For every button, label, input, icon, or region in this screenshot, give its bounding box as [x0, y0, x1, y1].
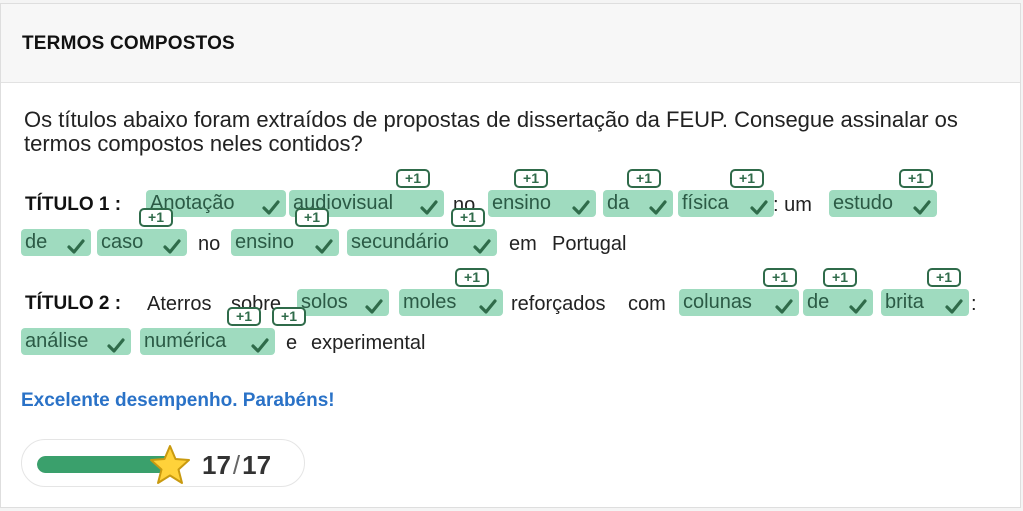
- check-icon: [420, 196, 438, 215]
- score-text: 17/17: [202, 450, 271, 481]
- term-token-label: moles: [403, 291, 457, 313]
- term-token-label: caso: [101, 231, 144, 253]
- term-token[interactable]: física +1: [678, 169, 774, 217]
- title-2-line-2: análise numérica +1 e +1 experimental: [21, 307, 1001, 356]
- check-icon: [775, 295, 793, 314]
- check-icon: [750, 196, 768, 215]
- check-icon: [649, 196, 667, 215]
- term-token[interactable]: de: [21, 229, 91, 256]
- check-icon: [262, 196, 280, 215]
- term-token[interactable]: análise: [21, 328, 131, 355]
- check-icon: [913, 196, 931, 215]
- title-word: : um: [773, 194, 812, 216]
- title-label: TÍTULO 1 :: [25, 194, 122, 215]
- term-token-label: de: [25, 231, 48, 253]
- term-token-label: análise: [25, 330, 89, 352]
- points-badge: +1: [823, 268, 857, 287]
- title-word: e +1: [272, 307, 306, 355]
- points-badge: +1: [763, 268, 797, 287]
- check-icon: [572, 196, 590, 215]
- title-word: experimental: [311, 332, 426, 354]
- term-token-label: brita: [885, 291, 924, 313]
- term-token-label: estudo: [833, 192, 894, 214]
- check-icon: [67, 235, 85, 254]
- points-badge: +1: [899, 169, 933, 188]
- term-token-label: solos: [301, 291, 348, 313]
- term-token[interactable]: moles +1: [399, 268, 503, 316]
- star-icon: [150, 445, 190, 484]
- score-total: 17: [242, 450, 272, 480]
- points-badge: +1: [295, 208, 329, 227]
- title-word: reforçados: [511, 293, 606, 315]
- points-badge: +1: [455, 268, 489, 287]
- points-badge: +1: [396, 169, 430, 188]
- exercise-panel: TERMOS COMPOSTOS Os títulos abaixo foram…: [0, 3, 1021, 508]
- term-token[interactable]: colunas +1: [679, 268, 799, 316]
- check-icon: [479, 295, 497, 314]
- title-label: TÍTULO 2 :: [25, 293, 122, 314]
- score-value: 17: [202, 450, 231, 480]
- term-token[interactable]: secundário +1: [347, 208, 497, 256]
- term-token-label: da: [607, 192, 630, 214]
- header: TERMOS COMPOSTOS: [1, 4, 1020, 83]
- term-token-label: ensino: [235, 231, 294, 253]
- points-badge: +1: [451, 208, 485, 227]
- title-2-line-1: TÍTULO 2 : Aterros sobre solos moles +1 reforç…: [21, 268, 1001, 317]
- check-icon: [163, 235, 181, 254]
- title-word: Portugal: [552, 233, 627, 255]
- check-icon: [107, 334, 125, 353]
- term-token-label: numérica: [144, 330, 227, 352]
- term-token[interactable]: solos: [297, 289, 389, 316]
- points-badge: +1: [514, 169, 548, 188]
- title-word: no: [198, 233, 221, 255]
- points-badge: +1: [227, 307, 261, 326]
- check-icon: [365, 295, 383, 314]
- points-badge: +1: [927, 268, 961, 287]
- term-token-label: secundário: [351, 231, 449, 253]
- points-badge: +1: [627, 169, 661, 188]
- check-icon: [849, 295, 867, 314]
- points-badge: +1: [730, 169, 764, 188]
- term-token[interactable]: caso +1: [97, 208, 187, 256]
- term-token[interactable]: ensino +1: [231, 208, 339, 256]
- check-icon: [473, 235, 491, 254]
- page-title: TERMOS COMPOSTOS: [22, 33, 235, 54]
- title-word: Aterros: [147, 293, 212, 315]
- score-separator: /: [232, 450, 241, 480]
- term-token[interactable]: brita +1: [881, 268, 969, 316]
- title-word: com: [628, 293, 666, 315]
- points-badge: +1: [139, 208, 173, 227]
- score-display: 17/17: [21, 439, 305, 487]
- term-token[interactable]: numérica +1: [140, 307, 275, 355]
- check-icon: [251, 334, 269, 353]
- term-token-label: ensino: [492, 192, 551, 214]
- title-word: :: [971, 293, 977, 315]
- instructions-text: Os títulos abaixo foram extraídos de pro…: [24, 107, 958, 156]
- feedback-message: Excelente desempenho. Parabéns!: [21, 390, 335, 411]
- term-token[interactable]: ensino +1: [488, 169, 596, 217]
- term-token-label: de: [807, 291, 830, 313]
- term-token-label: física: [682, 192, 729, 214]
- points-badge: +1: [272, 307, 306, 326]
- term-token[interactable]: estudo +1: [829, 169, 937, 217]
- check-icon: [945, 295, 963, 314]
- title-1-line-2: de caso +1 no ensino +1 secundário +1 em Portugal: [21, 208, 1001, 257]
- title-word: em: [509, 233, 537, 255]
- term-token[interactable]: de +1: [803, 268, 873, 316]
- term-token[interactable]: da +1: [603, 169, 673, 217]
- check-icon: [315, 235, 333, 254]
- term-token-label: colunas: [683, 291, 752, 313]
